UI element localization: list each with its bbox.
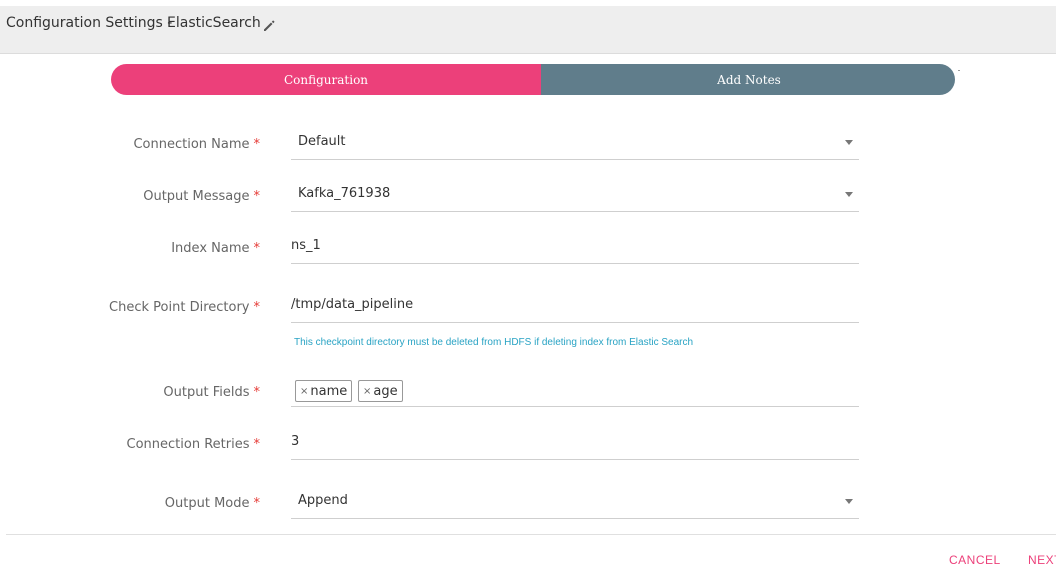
output-message-select[interactable]: Kafka_761938: [291, 180, 859, 212]
index-name-input[interactable]: ns_1: [291, 232, 859, 264]
chip-label: name: [310, 383, 348, 399]
field-label: Connection Retries *: [126, 437, 260, 452]
field-chip: × name: [295, 380, 353, 402]
next-button[interactable]: NEXT: [1028, 553, 1056, 567]
field-chip: × age: [358, 380, 403, 402]
footer-divider: [6, 534, 1056, 535]
field-label: Output Mode *: [164, 496, 260, 511]
caret-down-icon[interactable]: [845, 499, 853, 504]
field-label: Connection Name *: [133, 137, 260, 152]
caret-down-icon[interactable]: [845, 192, 853, 197]
checkpoint-directory-input[interactable]: /tmp/data_pipeline: [291, 291, 859, 323]
selected-value: Kafka_761938: [298, 186, 391, 201]
pencil-icon[interactable]: [262, 18, 276, 32]
output-fields-tag-input[interactable]: × name × age: [291, 375, 859, 407]
checkpoint-hint: This checkpoint directory must be delete…: [294, 337, 694, 348]
input-value: /tmp/data_pipeline: [291, 297, 414, 312]
close-icon[interactable]: ×: [300, 386, 308, 397]
output-mode-select[interactable]: Append: [291, 487, 859, 519]
selected-value: Append: [298, 493, 348, 508]
field-label: Output Fields *: [163, 385, 260, 400]
caret-down-icon[interactable]: [845, 140, 853, 145]
field-label: Index Name *: [171, 241, 260, 256]
connection-name-select[interactable]: Default: [291, 128, 859, 160]
wizard-stepper: Configuration Add Notes: [111, 64, 955, 95]
input-value: 3: [291, 434, 300, 449]
header-title: Configuration Settings -: [6, 15, 173, 31]
selected-value: Default: [298, 134, 346, 149]
step-label: Add Notes: [717, 72, 781, 87]
step-configuration[interactable]: Configuration: [111, 64, 541, 95]
step-add-notes[interactable]: Add Notes: [531, 64, 955, 95]
chip-label: age: [373, 383, 398, 399]
step-label: Configuration: [283, 72, 369, 87]
field-label: Check Point Directory *: [109, 300, 260, 315]
divider-dot: [958, 70, 960, 71]
cancel-button[interactable]: CANCEL: [949, 553, 1001, 567]
step-arrow: [531, 64, 541, 94]
field-label: Output Message *: [143, 189, 260, 204]
close-icon[interactable]: ×: [363, 386, 371, 397]
input-value: ns_1: [291, 238, 321, 253]
component-name: ElasticSearch: [167, 15, 261, 31]
page-header: Configuration Settings - ElasticSearch: [0, 6, 1056, 54]
connection-retries-input[interactable]: 3: [291, 428, 859, 460]
